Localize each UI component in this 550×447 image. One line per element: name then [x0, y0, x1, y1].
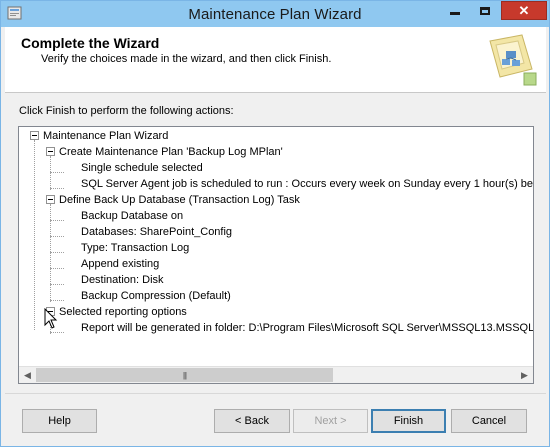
tree-line: [34, 140, 35, 330]
scroll-thumb[interactable]: |||: [36, 368, 333, 382]
tree-line: [50, 300, 64, 301]
tree-item-define-task[interactable]: Define Back Up Database (Transaction Log…: [59, 192, 300, 208]
tree-line: [50, 188, 64, 189]
close-icon: ✕: [518, 3, 530, 18]
tree-item-create-plan[interactable]: Create Maintenance Plan 'Backup Log MPla…: [59, 144, 283, 160]
cancel-button[interactable]: Cancel: [451, 409, 527, 433]
scroll-left-icon[interactable]: ◀: [19, 367, 36, 383]
tree-item-report-folder[interactable]: Report will be generated in folder: D:\P…: [81, 320, 533, 336]
next-button[interactable]: Next >: [293, 409, 368, 433]
tree-item-compression[interactable]: Backup Compression (Default): [81, 288, 231, 304]
collapse-root-toggle[interactable]: [30, 131, 39, 140]
maximize-button[interactable]: [473, 1, 497, 20]
title-bar[interactable]: Maintenance Plan Wizard ✕: [1, 1, 549, 27]
tree-line: [50, 204, 51, 302]
page-subtitle: Verify the choices made in the wizard, a…: [41, 53, 332, 65]
page-title: Complete the Wizard: [21, 35, 160, 51]
minimize-icon: [450, 12, 460, 15]
tree-line: [50, 268, 64, 269]
grip-icon: |||: [182, 370, 187, 380]
tree-line: [50, 252, 64, 253]
tree-item-append[interactable]: Append existing: [81, 256, 159, 272]
tree-line: [50, 172, 64, 173]
wizard-header: Complete the Wizard Verify the choices m…: [5, 27, 546, 93]
tree-line: [50, 156, 51, 190]
collapse-task-toggle[interactable]: [46, 195, 55, 204]
tree-root[interactable]: Maintenance Plan Wizard: [43, 128, 168, 144]
minimize-button[interactable]: [443, 1, 467, 20]
help-button[interactable]: Help: [22, 409, 97, 433]
instruction-text: Click Finish to perform the following ac…: [19, 105, 234, 117]
summary-tree[interactable]: Maintenance Plan Wizard Create Maintenan…: [18, 126, 534, 384]
horizontal-scrollbar[interactable]: ◀ ||| ▶: [19, 366, 533, 383]
tree-item-destination[interactable]: Destination: Disk: [81, 272, 164, 288]
tree-line: [50, 236, 64, 237]
close-button[interactable]: ✕: [501, 1, 547, 20]
finish-button[interactable]: Finish: [371, 409, 446, 433]
tree-item-agent-job[interactable]: SQL Server Agent job is scheduled to run…: [81, 176, 533, 192]
tree-line: [50, 332, 64, 333]
maximize-icon: [480, 6, 490, 15]
wizard-graphic-icon: [478, 29, 540, 89]
tree-line: [50, 220, 64, 221]
tree-item-reporting[interactable]: Selected reporting options: [59, 304, 187, 320]
tree-item-backup-on[interactable]: Backup Database on: [81, 208, 183, 224]
scroll-right-icon[interactable]: ▶: [516, 367, 533, 383]
tree-content: Maintenance Plan Wizard Create Maintenan…: [19, 127, 533, 366]
collapse-plan-toggle[interactable]: [46, 147, 55, 156]
tree-item-databases[interactable]: Databases: SharePoint_Config: [81, 224, 232, 240]
tree-item-type[interactable]: Type: Transaction Log: [81, 240, 189, 256]
footer-divider: [5, 393, 546, 394]
mouse-cursor-icon: [44, 308, 58, 329]
back-button[interactable]: < Back: [214, 409, 290, 433]
wizard-window: Maintenance Plan Wizard ✕ Complete the W…: [0, 0, 550, 447]
tree-item-schedule[interactable]: Single schedule selected: [81, 160, 203, 176]
tree-line: [50, 284, 64, 285]
